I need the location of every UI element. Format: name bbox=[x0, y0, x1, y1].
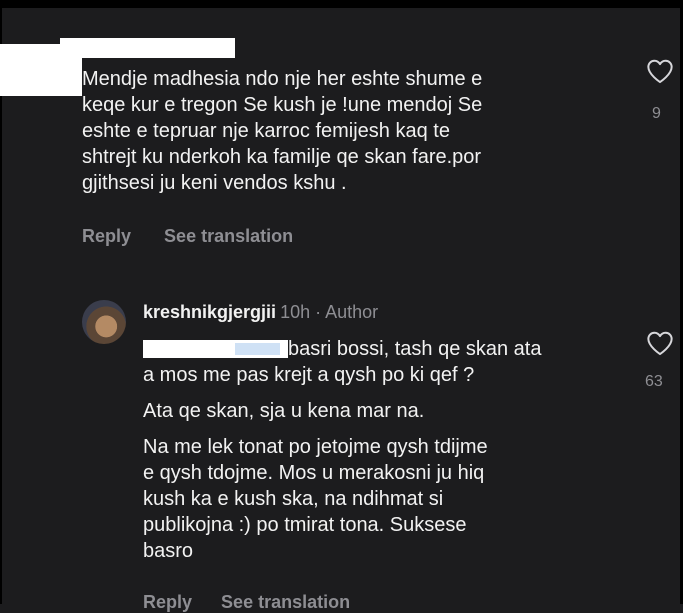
reply-button[interactable]: Reply bbox=[82, 226, 131, 246]
heart-outline-icon[interactable] bbox=[646, 58, 674, 84]
reply-meta: 10h · Author bbox=[280, 302, 379, 322]
reply-button[interactable]: Reply bbox=[143, 592, 192, 612]
reply-header: kreshnikgjergjii 10h · Author bbox=[143, 302, 378, 323]
redacted-username bbox=[60, 38, 235, 58]
avatar[interactable] bbox=[82, 300, 126, 344]
username[interactable]: kreshnikgjergjii bbox=[143, 302, 276, 322]
like-count: 9 bbox=[652, 105, 661, 122]
top-edge bbox=[0, 0, 683, 8]
reply-text: basri bossi, tash qe skan ata a mos me p… bbox=[143, 338, 542, 562]
comment-actions: Reply See translation bbox=[82, 226, 321, 247]
see-translation-button[interactable]: See translation bbox=[221, 592, 350, 612]
reply-actions: Reply See translation bbox=[143, 592, 374, 613]
heart-outline-icon[interactable] bbox=[646, 330, 674, 356]
like-count: 63 bbox=[645, 373, 663, 390]
comment-text: Mendje madhesia ndo nje her eshte shume … bbox=[82, 68, 483, 194]
see-translation-button[interactable]: See translation bbox=[164, 226, 293, 246]
